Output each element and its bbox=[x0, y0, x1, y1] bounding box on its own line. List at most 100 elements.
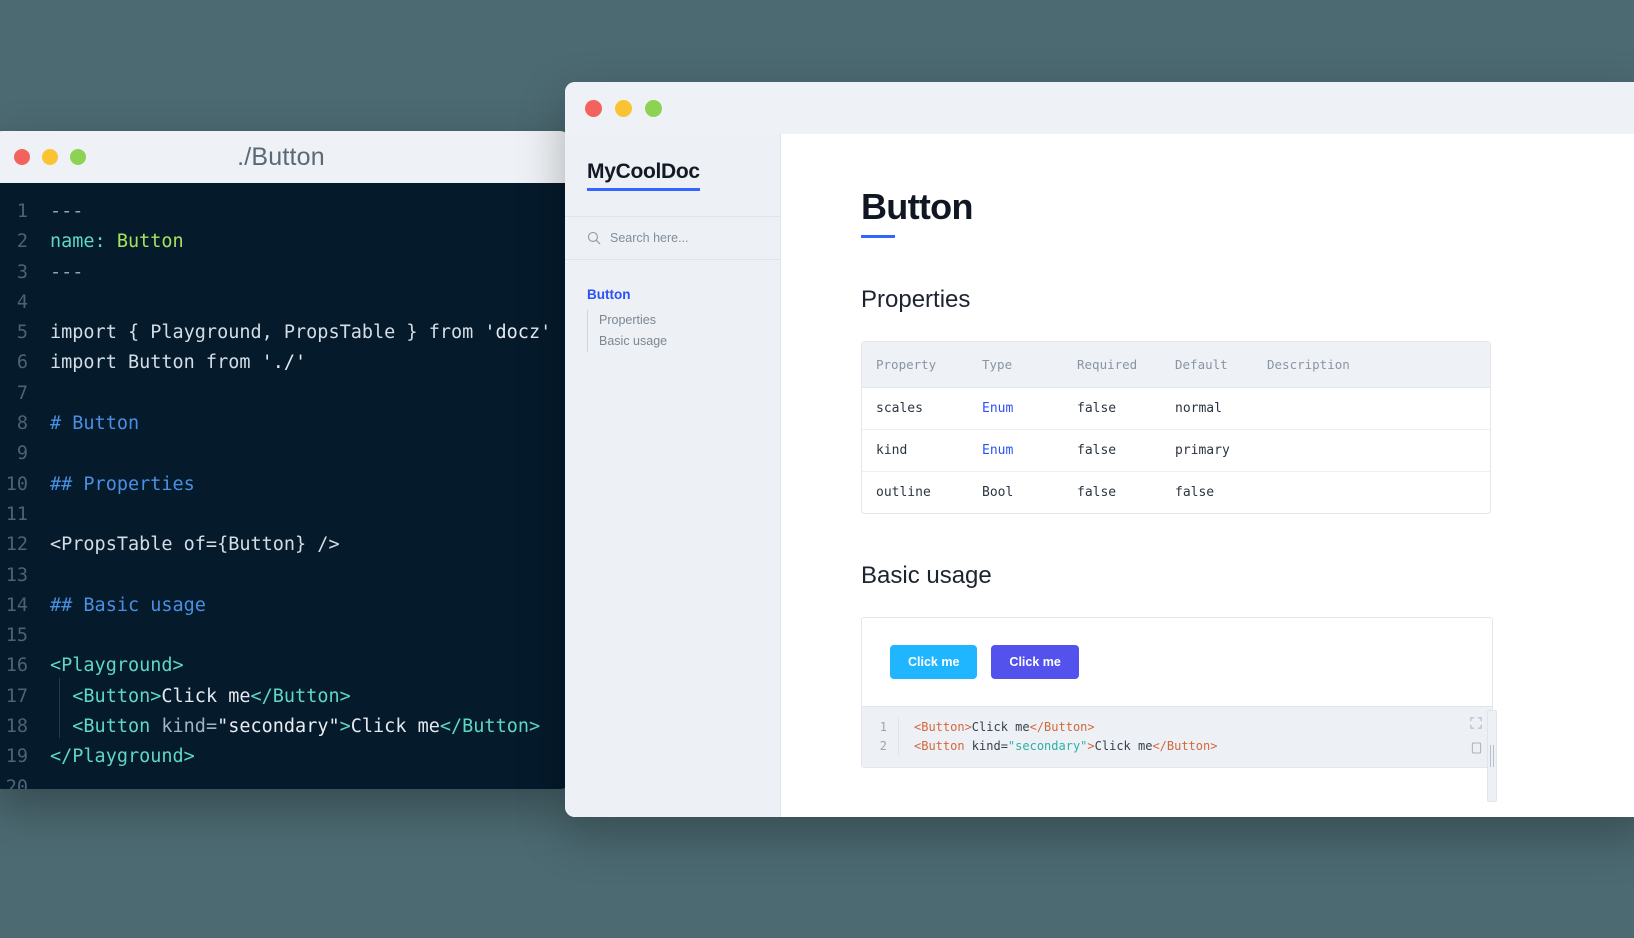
cell-type[interactable]: Enum bbox=[968, 388, 1063, 430]
code-token: Click me bbox=[161, 685, 251, 707]
table-row: kind Enum false primary bbox=[862, 430, 1490, 472]
cell-property: kind bbox=[862, 430, 968, 472]
code-line: 1 --- bbox=[0, 197, 570, 227]
code-line: 16 <Playground> bbox=[0, 651, 570, 681]
code-token: './' bbox=[261, 352, 307, 374]
editor-file-title: ./Button bbox=[237, 142, 325, 171]
line-number: 1 bbox=[879, 720, 887, 734]
code-line: 14 ## Basic usage bbox=[0, 591, 570, 621]
code-token: <PropsTable of={Button} /> bbox=[50, 534, 340, 556]
table-row: outline Bool false false bbox=[862, 472, 1490, 513]
sidebar-subitem-properties[interactable]: Properties bbox=[599, 310, 780, 331]
line-number: 7 bbox=[16, 382, 28, 404]
code-token: <Button bbox=[914, 738, 972, 753]
cell-required: false bbox=[1077, 485, 1117, 500]
editor-titlebar: ./Button bbox=[0, 131, 570, 183]
playground-resize-handle[interactable] bbox=[1487, 710, 1497, 802]
code-token: > bbox=[339, 716, 351, 738]
code-line: 19 </Playground> bbox=[0, 742, 570, 772]
code-line-text: </Playground> bbox=[50, 742, 195, 772]
cell-description bbox=[1253, 472, 1490, 513]
type-link[interactable]: Enum bbox=[982, 401, 1013, 416]
documentation-window: MyCoolDoc Button Properties Basic usage bbox=[565, 82, 1634, 817]
table-header-row: Property Type Required Default Descripti… bbox=[862, 342, 1490, 388]
type-link[interactable]: Enum bbox=[982, 443, 1013, 458]
code-line-text: <Button>Click me</Button> bbox=[50, 677, 351, 712]
sidebar-menu: Button Properties Basic usage bbox=[565, 260, 780, 352]
search-row[interactable] bbox=[565, 217, 780, 260]
code-token: </Button> bbox=[1152, 738, 1218, 753]
code-token: <Button bbox=[72, 716, 162, 738]
cell-default: false bbox=[1175, 485, 1215, 500]
code-token: <Button> bbox=[914, 720, 972, 734]
code-editor-area[interactable]: 1 --- 2 name: Button 3 --- 4 5 import { Playgrou… bbox=[0, 183, 570, 789]
handle-bar bbox=[1490, 745, 1491, 767]
sidebar-item-button[interactable]: Button bbox=[587, 287, 780, 302]
playground: Click me Click me 1 <Button>Click me</But… bbox=[861, 617, 1497, 802]
code-line: 9 bbox=[0, 439, 570, 469]
properties-table-body: scales Enum false normal kind Enum false primar… bbox=[862, 388, 1490, 513]
demo-button-secondary[interactable]: Click me bbox=[991, 645, 1079, 679]
line-number: 8 bbox=[16, 413, 28, 435]
cell-description bbox=[1253, 430, 1490, 472]
code-line: 18 <Button kind="secondary">Click me</Bu… bbox=[0, 708, 570, 742]
column-header-description: Description bbox=[1253, 342, 1490, 388]
cell-property: scales bbox=[862, 388, 968, 430]
code-token: Button bbox=[116, 231, 184, 253]
code-token: </Button> bbox=[250, 685, 351, 707]
code-line: 10 ## Properties bbox=[0, 470, 570, 500]
doc-window-controls bbox=[565, 99, 662, 117]
maximize-button[interactable] bbox=[645, 99, 662, 117]
code-token: "secondary" bbox=[217, 716, 340, 738]
search-icon bbox=[587, 231, 601, 245]
code-line: 8 # Button bbox=[0, 409, 570, 439]
sidebar-submenu: Properties Basic usage bbox=[587, 310, 780, 352]
line-number: 6 bbox=[16, 352, 28, 374]
cell-type[interactable]: Enum bbox=[968, 430, 1063, 472]
code-token: import { Playground, PropsTable } from bbox=[50, 322, 485, 344]
section-heading-basic-usage: Basic usage bbox=[861, 562, 992, 589]
sidebar-subitem-basic-usage[interactable]: Basic usage bbox=[599, 331, 780, 352]
code-token: Click me bbox=[1094, 738, 1153, 753]
code-line: 7 bbox=[0, 379, 570, 409]
table-row: scales Enum false normal bbox=[862, 388, 1490, 430]
minimize-button[interactable] bbox=[615, 99, 632, 117]
line-number: 12 bbox=[5, 534, 28, 556]
code-token: </Button> bbox=[439, 716, 541, 738]
line-number: 18 bbox=[5, 716, 28, 738]
main-content: Button Properties Property Type Required… bbox=[781, 134, 1634, 817]
close-button[interactable] bbox=[585, 99, 602, 117]
fullscreen-icon[interactable] bbox=[1470, 717, 1482, 729]
code-token: > bbox=[1087, 738, 1095, 753]
playground-code-text: <Button kind="secondary">Click me</Butto… bbox=[898, 736, 1492, 755]
copy-icon[interactable] bbox=[1471, 742, 1482, 754]
code-token: # Button bbox=[50, 413, 140, 435]
line-number: 16 bbox=[5, 655, 28, 677]
line-number: 5 bbox=[16, 322, 28, 344]
cell-property: outline bbox=[876, 485, 931, 500]
brand-logo[interactable]: MyCoolDoc bbox=[587, 160, 700, 191]
column-header-type: Type bbox=[968, 342, 1063, 388]
cell-default: normal bbox=[1161, 388, 1253, 430]
code-token: <Playground> bbox=[50, 655, 184, 677]
sidebar: MyCoolDoc Button Properties Basic usage bbox=[565, 134, 781, 817]
line-number: 1 bbox=[16, 201, 28, 222]
code-line-text: import { Playground, PropsTable } from '… bbox=[50, 318, 551, 348]
demo-button-primary[interactable]: Click me bbox=[890, 645, 978, 679]
code-token: Click me bbox=[971, 720, 1030, 734]
playground-code-text: <Button>Click me</Button> bbox=[898, 718, 1492, 737]
code-line: 11 bbox=[0, 500, 570, 530]
search-input[interactable] bbox=[610, 231, 758, 245]
code-line: 4 bbox=[0, 288, 570, 318]
playground-code-block[interactable]: 1 <Button>Click me</Button> 2 <Button kind=… bbox=[862, 706, 1492, 767]
playground-actions bbox=[1470, 717, 1482, 754]
line-number: 2 bbox=[879, 738, 887, 753]
code-line-text: <Playground> bbox=[50, 651, 184, 681]
line-number: 3 bbox=[16, 261, 28, 283]
editor-window: ./Button 1 --- 2 name: Button 3 --- 4 5 import {… bbox=[0, 131, 570, 789]
section-heading-properties: Properties bbox=[861, 286, 971, 313]
code-line: 13 bbox=[0, 561, 570, 591]
playground-code-line: 1 <Button>Click me</Button> bbox=[862, 718, 1492, 737]
line-number: 15 bbox=[5, 625, 28, 647]
